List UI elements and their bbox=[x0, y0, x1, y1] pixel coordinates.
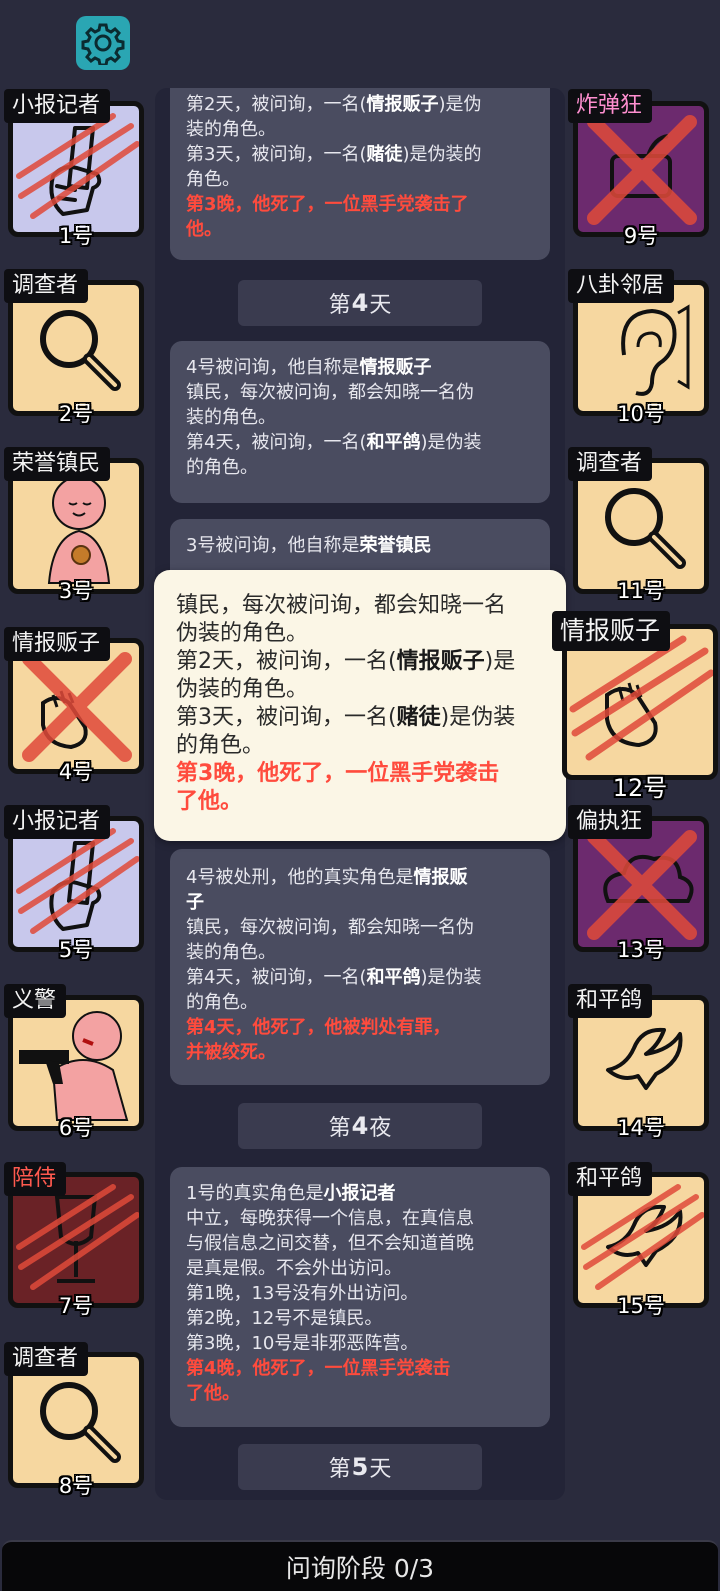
night-4-divider: 第4夜 bbox=[238, 1103, 482, 1149]
player-number-1: 1号 bbox=[58, 224, 94, 248]
day-4-divider: 第4天 bbox=[238, 280, 482, 326]
role-label-player-1: 小报记者 bbox=[4, 89, 111, 123]
role-label-player-8: 调查者 bbox=[4, 1342, 89, 1376]
log-entry-player4-inquiry: 4号被问询，他自称是情报贩子 镇民，每次被问询，都会知晓一名伪 装的角色。 第4… bbox=[170, 341, 550, 503]
ear-icon bbox=[621, 304, 690, 396]
role-label-player-5: 小报记者 bbox=[4, 805, 111, 839]
settings-button[interactable] bbox=[76, 16, 130, 70]
vigilante-gun-avatar bbox=[19, 1011, 129, 1121]
role-info-tooltip: 镇民，每次被问询，都会知晓一名 伪装的角色。 第2天，被问询，一名(情报贩子)是… bbox=[154, 570, 566, 841]
player-number-3: 3号 bbox=[58, 579, 94, 603]
phase-status-bar: 问询阶段 0/3 bbox=[2, 1540, 718, 1591]
role-label-player-9: 炸弹狂 bbox=[568, 89, 653, 123]
player-number-13: 13号 bbox=[617, 938, 665, 962]
dead-x-mark bbox=[587, 830, 697, 940]
honored-townie-avatar bbox=[47, 476, 111, 584]
day-5-divider: 第5天 bbox=[238, 1444, 482, 1490]
role-label-player-12: 情报贩子 bbox=[552, 611, 671, 651]
log-entry-player1-continued: 第2天，被问询，一名(情报贩子)是伪 装的角色。 第3天，被问询，一名(赌徒)是… bbox=[170, 88, 550, 260]
claw-slash-icon bbox=[16, 828, 139, 934]
role-label-player-3: 荣誉镇民 bbox=[4, 447, 111, 481]
dead-x-mark bbox=[22, 652, 132, 762]
role-label-player-6: 义警 bbox=[4, 984, 67, 1018]
role-label-player-11: 调查者 bbox=[568, 447, 653, 481]
role-label-player-13: 偏执狂 bbox=[568, 805, 653, 839]
role-label-player-2: 调查者 bbox=[4, 269, 89, 303]
dove-icon bbox=[606, 1027, 683, 1090]
player-number-10: 10号 bbox=[617, 402, 665, 426]
role-label-player-15: 和平鸽 bbox=[568, 1162, 653, 1196]
claw-slash-icon bbox=[16, 113, 139, 219]
player-number-6: 6号 bbox=[58, 1116, 94, 1140]
log-entry-player4-executed: 4号被处刑，他的真实角色是情报贩 子 镇民，每次被问询，都会知晓一名伪 装的角色… bbox=[170, 849, 550, 1085]
phase-label: 问询阶段 0/3 bbox=[285, 1553, 435, 1583]
player-number-14: 14号 bbox=[617, 1116, 665, 1140]
role-label-player-14: 和平鸽 bbox=[568, 984, 653, 1018]
player-number-4: 4号 bbox=[58, 760, 94, 784]
dead-x-mark bbox=[587, 115, 697, 225]
log-entry-player1-reveal: 1号的真实角色是小报记者 中立，每晚获得一个信息，在真信息 与假信息之间交替，但… bbox=[170, 1167, 550, 1427]
gear-icon bbox=[81, 23, 125, 65]
player-number-15: 15号 bbox=[617, 1294, 665, 1318]
role-label-player-7: 陪侍 bbox=[4, 1162, 67, 1196]
role-label-player-4: 情报贩子 bbox=[4, 627, 111, 661]
player-number-7: 7号 bbox=[58, 1294, 94, 1318]
player-number-8: 8号 bbox=[58, 1474, 94, 1498]
player-number-12: 12号 bbox=[612, 774, 668, 802]
magnifier-icon bbox=[605, 488, 686, 569]
player-number-9: 9号 bbox=[623, 224, 659, 248]
player-number-5: 5号 bbox=[58, 938, 94, 962]
player-number-11: 11号 bbox=[617, 579, 665, 603]
player-number-2: 2号 bbox=[58, 402, 94, 426]
role-label-player-10: 八卦邻居 bbox=[568, 269, 675, 303]
magnifier-icon bbox=[40, 310, 121, 391]
